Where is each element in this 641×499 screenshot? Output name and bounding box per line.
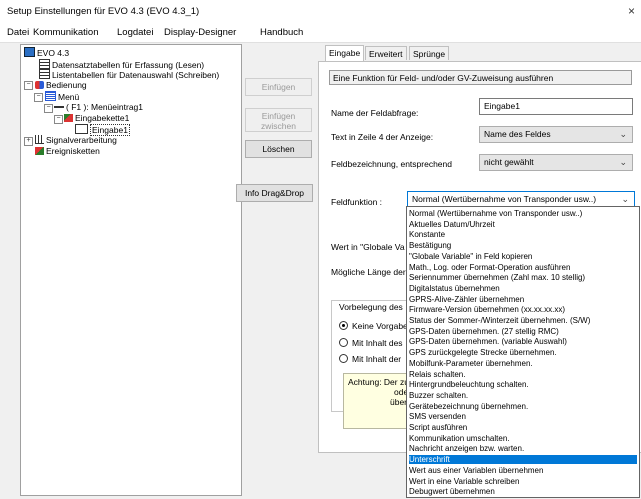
input-chain-icon — [64, 114, 73, 122]
radio-inhalt-der[interactable] — [339, 354, 348, 363]
einfuegen-zwischen-button[interactable]: Einfügen zwischen — [245, 108, 312, 132]
window-title: Setup Einstellungen für EVO 4.3 (EVO 4.3… — [7, 6, 200, 17]
name-label: Name der Feldabfrage: — [331, 108, 419, 118]
menu-list-icon — [45, 91, 56, 101]
chevron-down-icon: ⌄ — [621, 194, 629, 204]
tree-label: Eingabekette1 — [75, 113, 130, 123]
function-heading: Eine Funktion für Feld- und/oder GV-Zuwe… — [329, 70, 632, 85]
dropdown-option[interactable]: Firmware-Version übernehmen (xx.xx.xx.xx… — [409, 305, 637, 314]
funktion-label: Feldfunktion : — [331, 197, 383, 207]
tree-item-eingabekette1[interactable]: Eingabekette1 — [64, 113, 129, 123]
name-field[interactable]: Eingabe1 — [479, 98, 633, 115]
menu-entry-icon — [54, 106, 64, 108]
dropdown-option[interactable]: Buzzer schalten. — [409, 391, 637, 400]
tab-spruenge[interactable]: Sprünge — [409, 46, 450, 60]
dropdown-option[interactable]: Kommunikation umschalten. — [409, 434, 637, 443]
tree-item-signalverarbeitung[interactable]: Signalverarbeitung — [35, 135, 117, 145]
menu-handbuch[interactable]: Handbuch — [260, 27, 303, 38]
dropdown-option[interactable]: Gerätebezeichnung übernehmen. — [409, 402, 637, 411]
dropdown-option[interactable]: Normal (Wertübernahme von Transponder us… — [409, 209, 637, 218]
collapse-icon[interactable]: − — [24, 81, 33, 90]
collapse-icon[interactable]: − — [44, 104, 53, 113]
funktion-select-value: Normal (Wertübernahme von Transponder us… — [412, 194, 597, 204]
collapse-icon[interactable]: − — [34, 93, 43, 102]
menu-display-designer[interactable]: Display-Designer — [164, 27, 236, 38]
radio-inhalt-der-label: Mit Inhalt der — [352, 354, 402, 364]
dropdown-option[interactable]: Debugwert übernehmen — [409, 487, 637, 496]
dropdown-option[interactable]: Script ausführen — [409, 423, 637, 432]
input-field-icon — [75, 124, 88, 134]
tree-item-root[interactable]: EVO 4.3 — [24, 47, 69, 58]
tree-label: EVO 4.3 — [37, 48, 70, 58]
tree-label: Menü — [58, 92, 80, 102]
bez-select[interactable]: nicht gewählt ⌄ — [479, 154, 633, 171]
chevron-down-icon: ⌄ — [619, 157, 627, 167]
setup-tree[interactable]: EVO 4.3 Datensatztabellen für Erfassung … — [20, 44, 242, 496]
signal-icon — [35, 135, 44, 144]
tree-item-listentabellen[interactable]: Listentabellen für Datenauswahl (Schreib… — [39, 69, 219, 80]
text-select-value: Name des Feldes — [484, 129, 551, 139]
tree-item-bedienung[interactable]: Bedienung — [35, 80, 87, 90]
text-label: Text in Zeile 4 der Anzeige: — [331, 132, 434, 142]
close-icon[interactable]: × — [628, 4, 635, 18]
radio-keine-vorgabe[interactable] — [339, 321, 348, 330]
tree-label: Signalverarbeitung — [46, 135, 117, 145]
dropdown-option[interactable]: GPS-Daten übernehmen. (27 stellig RMC) — [409, 327, 637, 336]
tab-eingabe[interactable]: Eingabe — [325, 45, 365, 61]
radio-keine-vorgabe-label: Keine Vorgabe — [352, 321, 408, 331]
tree-item-menue[interactable]: Menü — [45, 91, 79, 102]
expand-icon[interactable]: + — [24, 137, 33, 146]
vorbelegung-label: Vorbelegung des — [337, 302, 405, 312]
tree-label: Ereignisketten — [46, 146, 100, 156]
dropdown-option[interactable]: GPRS-Alive-Zähler übernehmen — [409, 295, 637, 304]
einfuegen-button[interactable]: Einfügen — [245, 78, 312, 96]
note-line: Achtung: Der zu — [348, 377, 409, 387]
tree-item-ereignisketten[interactable]: Ereignisketten — [35, 146, 100, 156]
tree-label: Listentabellen für Datenauswahl (Schreib… — [52, 70, 220, 80]
chevron-down-icon: ⌄ — [619, 129, 627, 139]
menu-kommunikation[interactable]: Kommunikation — [33, 27, 98, 38]
dropdown-option[interactable]: Hintergrundbeleuchtung schalten. — [409, 380, 637, 389]
funktion-dropdown-list[interactable]: Normal (Wertübernahme von Transponder us… — [406, 206, 640, 498]
dropdown-option[interactable]: Relais schalten. — [409, 370, 637, 379]
radio-inhalt-des-label: Mit Inhalt des — [352, 338, 403, 348]
dropdown-option[interactable]: Nachricht anzeigen bzw. warten. — [409, 444, 637, 453]
dropdown-option[interactable]: GPS zurückgelegte Strecke übernehmen. — [409, 348, 637, 357]
dropdown-option[interactable]: Digitalstatus übernehmen — [409, 284, 637, 293]
device-icon — [24, 47, 35, 57]
table-icon — [39, 69, 50, 79]
menu-datei[interactable]: Datei — [7, 27, 29, 38]
dropdown-option[interactable]: Seriennummer übernehmen (Zahl max. 10 st… — [409, 273, 637, 282]
dropdown-option[interactable]: GPS-Daten übernehmen. (variable Auswahl) — [409, 337, 637, 346]
dropdown-option[interactable]: Status der Sommer-/Winterzeit übernehmen… — [409, 316, 637, 325]
wert-label: Wert in "Globale Va — [331, 242, 405, 252]
loeschen-button[interactable]: Löschen — [245, 140, 312, 158]
dropdown-option[interactable]: Aktuelles Datum/Uhrzeit — [409, 220, 637, 229]
tree-label: Bedienung — [46, 80, 87, 90]
dropdown-option[interactable]: Bestätigung — [409, 241, 637, 250]
dropdown-option[interactable]: Wert in eine Variable schreiben — [409, 477, 637, 486]
laenge-label: Mögliche Länge der — [331, 267, 406, 277]
radio-inhalt-des[interactable] — [339, 338, 348, 347]
text-select[interactable]: Name des Feldes ⌄ — [479, 126, 633, 143]
info-dragdrop-button[interactable]: Info Drag&Drop — [236, 184, 313, 202]
tab-erweitert[interactable]: Erweitert — [365, 46, 407, 60]
table-icon — [39, 59, 50, 69]
menu-logdatei[interactable]: Logdatei — [117, 27, 153, 38]
dropdown-option[interactable]: "Globale Variable" in Feld kopieren — [409, 252, 637, 261]
dropdown-option[interactable]: Unterschrift — [409, 455, 637, 465]
event-chain-icon — [35, 147, 44, 155]
collapse-icon[interactable]: − — [54, 115, 63, 124]
dropdown-option[interactable]: Konstante — [409, 230, 637, 239]
tree-item-eingabe1[interactable]: Eingabe1 — [75, 124, 130, 136]
dropdown-option[interactable]: Mobilfunk-Parameter übernehmen. — [409, 359, 637, 368]
dropdown-option[interactable]: Wert aus einer Variablen übernehmen — [409, 466, 637, 475]
operation-icon — [35, 81, 44, 89]
dropdown-option[interactable]: SMS versenden — [409, 412, 637, 421]
tree-item-menueeintrag1[interactable]: ( F1 ): Menüeintrag1 — [54, 102, 143, 112]
bez-label: Feldbezeichnung, entsprechend — [331, 159, 452, 169]
tree-label: ( F1 ): Menüeintrag1 — [66, 102, 144, 112]
bez-select-value: nicht gewählt — [484, 157, 534, 167]
dropdown-option[interactable]: Math., Log. oder Format-Operation ausfüh… — [409, 263, 637, 272]
